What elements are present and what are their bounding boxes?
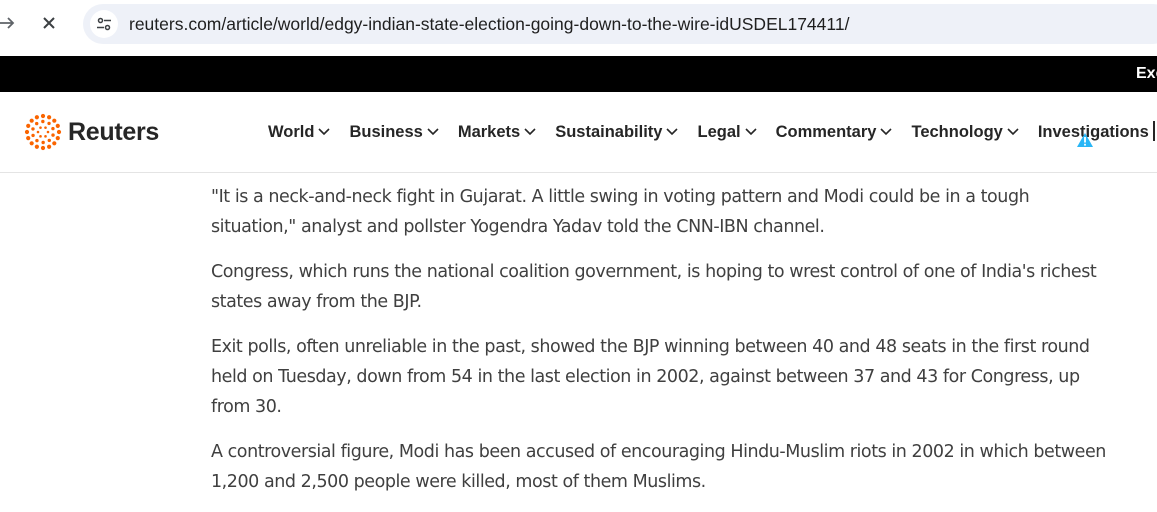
logo-dot: [26, 136, 31, 141]
reuters-logo-icon: [24, 113, 62, 151]
logo-dot: [51, 133, 55, 137]
logo-dot: [36, 130, 40, 134]
promo-text[interactable]: Exc: [1136, 65, 1157, 83]
logo-dot: [35, 138, 39, 143]
article-paragraph: Exit polls, often unreliable in the past…: [211, 337, 1090, 417]
logo-dot: [56, 129, 62, 135]
nav-item-label: Sustainability: [555, 122, 663, 141]
nav-item-label: Commentary: [775, 122, 877, 141]
stop-loading-button[interactable]: [36, 10, 62, 36]
logo-dot: [26, 123, 31, 128]
logo-dot: [39, 135, 42, 138]
logo-dot: [34, 144, 39, 149]
chevron-down-icon: [880, 128, 893, 136]
site-header: Reuters World Business Markets Sustainab…: [0, 92, 1157, 173]
logo-dot: [52, 141, 57, 146]
article-paragraph: "It is a neck-and-neck fight in Gujarat.…: [211, 187, 1030, 237]
main-navigation: World Business Markets Sustainability Le…: [268, 92, 1157, 172]
nav-item-technology[interactable]: Technology: [911, 122, 1019, 142]
arrow-right-icon: [0, 17, 15, 29]
chevron-down-icon: [318, 128, 331, 136]
warning-icon: [1077, 133, 1093, 147]
chevron-down-icon: [666, 128, 679, 136]
logo-dot: [31, 133, 35, 138]
forward-button[interactable]: [0, 10, 20, 36]
nav-item-business[interactable]: Business: [349, 122, 439, 142]
logo-dot: [34, 115, 39, 120]
nav-item-label: Legal: [697, 122, 741, 141]
nav-item-overflow[interactable]: [1153, 121, 1155, 141]
logo-dot: [44, 135, 47, 138]
logo-dot: [29, 141, 34, 146]
logo-dot: [47, 138, 51, 143]
chevron-down-icon: [524, 128, 536, 136]
logo-dot: [35, 121, 39, 126]
logo-dot: [55, 123, 60, 128]
url-text[interactable]: reuters.com/article/world/edgy-indian-st…: [129, 14, 849, 35]
logo-dot: [39, 126, 42, 129]
nav-item-label: World: [268, 122, 315, 141]
chevron-down-icon: [745, 128, 757, 136]
close-icon: [43, 17, 55, 29]
logo-dot: [40, 113, 46, 119]
logo-dot: [55, 136, 60, 141]
logo-dot: [24, 129, 30, 135]
logo-dot: [47, 115, 52, 120]
logo-dot: [46, 130, 50, 134]
site-info-button[interactable]: [90, 10, 118, 38]
promo-banner[interactable]: Exc: [0, 56, 1157, 92]
nav-item-legal[interactable]: Legal: [697, 122, 757, 142]
nav-item-world[interactable]: World: [268, 122, 331, 142]
chevron-down-icon: [427, 128, 439, 136]
logo-dot: [41, 140, 45, 145]
logo-dot: [51, 126, 55, 131]
nav-item-commentary[interactable]: Commentary: [776, 123, 893, 142]
logo-dot: [52, 118, 57, 123]
logo-dot: [29, 118, 34, 123]
browser-toolbar: reuters.com/article/world/edgy-indian-st…: [0, 0, 1157, 50]
nav-item-sustainability[interactable]: Sustainability: [555, 122, 679, 142]
article-body: "It is a neck-and-neck fight in Gujarat.…: [211, 182, 1106, 512]
nav-item-markets[interactable]: Markets: [458, 123, 536, 142]
article-paragraph: A controversial figure, Modi has been ac…: [211, 442, 1106, 492]
nav-item-label: Business: [349, 122, 423, 141]
reuters-logo[interactable]: Reuters: [23, 112, 159, 152]
article-paragraph: Congress, which runs the national coalit…: [211, 262, 1097, 312]
logo-dot: [40, 145, 46, 151]
chevron-down-icon: [1007, 128, 1019, 136]
logo-dot: [47, 121, 51, 126]
logo-wordmark: Reuters: [68, 117, 159, 146]
nav-item-label: Markets: [457, 122, 521, 141]
logo-dot: [31, 127, 35, 131]
nav-item-label: Technology: [911, 122, 1003, 141]
tune-icon: [97, 17, 111, 31]
address-bar[interactable]: reuters.com/article/world/edgy-indian-st…: [83, 4, 1157, 44]
logo-dot: [41, 119, 45, 124]
logo-dot: [44, 126, 47, 129]
logo-dot: [47, 144, 52, 149]
